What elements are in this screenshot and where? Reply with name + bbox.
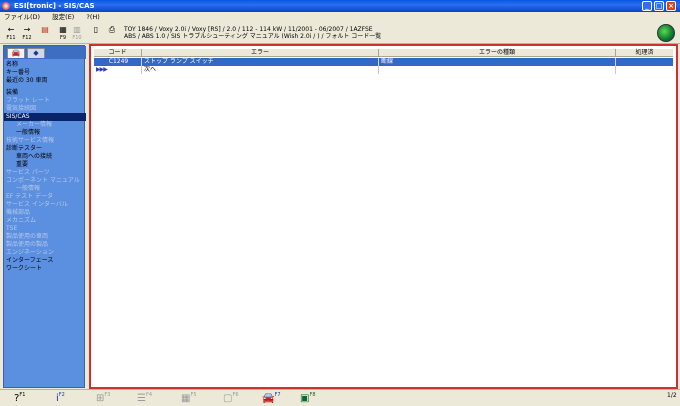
esi-globe-icon: [657, 24, 675, 42]
page-indicator: 1/2: [667, 392, 677, 399]
toolbar: ← F11 → F12 ▤ ▦ F9 ▥ F10 ▯ ⎙ TOY 1846 / …: [0, 22, 680, 44]
sidebar-item: メーカー情報: [16, 121, 53, 128]
sidebar-item: コンポーネント マニュアル: [6, 177, 80, 184]
sidebar-item: 電気接続図: [6, 105, 37, 112]
bottom-bar: ?F1 iF2 ⊞F3 ☰F4 ▦F5 ▢F6 🚘F7 ▣F8 1/2: [0, 389, 680, 406]
menu-file[interactable]: ファイル(D): [4, 13, 40, 21]
sidebar-item: 技術サービス情報: [6, 137, 55, 144]
window-title: ESI[tronic] - SIS/CAS: [14, 2, 95, 10]
arrow-left-icon: ←: [7, 25, 15, 34]
forward-button[interactable]: → F12: [20, 25, 34, 41]
tb-f10-label: F10: [72, 35, 82, 41]
menu-bar: ファイル(D) 設定(E) ?(H): [0, 12, 680, 22]
document-icon: ▦: [59, 25, 67, 34]
sidebar-item[interactable]: SIS/CAS: [4, 113, 86, 121]
forward-fkey: F12: [22, 35, 32, 41]
next-marker-icon: ▶▶▶: [94, 66, 142, 74]
f3-button[interactable]: ⊞F3: [96, 392, 110, 406]
sidebar-item[interactable]: 最近の 30 車両: [6, 77, 47, 85]
table-row[interactable]: C1249 ストップ ランプ スイッチ 断線: [94, 58, 673, 66]
tb-f9-label: F9: [59, 35, 67, 41]
help-button[interactable]: ?F1: [14, 392, 25, 406]
vehicle-button[interactable]: 🚘F7: [262, 392, 281, 406]
sidebar-item[interactable]: 一般情報: [16, 129, 40, 137]
sidebar-item: TSE: [6, 225, 18, 232]
sidebar-item[interactable]: ワークシート: [6, 265, 42, 273]
fault-code-panel: コード エラー エラーの種類 処理済 C1249 ストップ ランプ スイッチ 断…: [89, 44, 678, 389]
f4-button[interactable]: ☰F4: [137, 392, 152, 406]
maximize-button[interactable]: □: [654, 1, 664, 11]
menu-settings[interactable]: 設定(E): [52, 13, 74, 21]
cell-error-type: [379, 66, 616, 74]
vehicle-line-1: TOY 1846 / Voxy 2.0i / Voxy [RS] / 2.0 /…: [124, 26, 373, 33]
sidebar-item[interactable]: インターフェース: [6, 257, 53, 265]
arrow-right-icon: →: [23, 25, 31, 34]
print-preview-button[interactable]: ▦ F9: [56, 25, 70, 41]
printer-icon: ⎙: [108, 25, 116, 34]
info-button[interactable]: iF2: [56, 392, 65, 406]
sidebar-item: 製品使用の車両: [6, 233, 49, 240]
cell-done: [616, 66, 673, 74]
cell-code: C1249: [94, 58, 142, 66]
app-icon: [2, 2, 10, 10]
tab-vehicle[interactable]: 🚘: [7, 48, 25, 58]
cell-error-type: 断線: [379, 58, 616, 66]
cell-done: [616, 58, 673, 66]
sidebar-item: 製品使用の製品: [6, 241, 49, 248]
sidebar: 🚘 ◆ 名称 キー番号 最近の 30 車両 装備 フラット レート 電気接続図 SIS/CA…: [3, 45, 86, 388]
vehicle-line-2: ABS / ABS 1.0 / SIS トラブルシューティング マニュアル (W…: [124, 33, 382, 40]
book-button[interactable]: ▤: [38, 25, 52, 41]
f5-button[interactable]: ▦F5: [181, 392, 197, 406]
sidebar-item[interactable]: 診断テスター: [6, 145, 42, 153]
title-bar: ESI[tronic] - SIS/CAS _ □ ×: [0, 0, 680, 12]
car-icon: 🚘: [262, 393, 275, 404]
cell-error: ストップ ランプ スイッチ: [142, 58, 379, 66]
bike-icon: ◆: [33, 49, 39, 57]
sidebar-item[interactable]: 装備: [6, 89, 18, 97]
back-button[interactable]: ← F11: [4, 25, 18, 41]
sidebar-item[interactable]: キー番号: [6, 69, 30, 77]
col-error[interactable]: エラー: [142, 49, 379, 57]
minimize-button[interactable]: _: [642, 1, 652, 11]
split-view-button[interactable]: ▥ F10: [70, 25, 84, 41]
tab-motorcycle[interactable]: ◆: [27, 48, 45, 58]
f6-button[interactable]: ▢F6: [223, 392, 239, 406]
sidebar-item[interactable]: 車両への接続: [16, 153, 52, 161]
sidebar-item: EF テスト データ: [6, 193, 54, 200]
sidebar-item: サービス パーツ: [6, 169, 50, 176]
close-button[interactable]: ×: [666, 1, 676, 11]
sidebar-item: エンジネーション: [6, 249, 54, 256]
book-icon: ▤: [41, 25, 49, 34]
sidebar-item: 一般情報: [16, 185, 41, 192]
page-icon: ▯: [93, 25, 99, 34]
esi-kts-button[interactable]: ▣F8: [300, 392, 316, 406]
split-icon: ▥: [73, 25, 81, 34]
cell-error: 次へ: [142, 66, 379, 74]
sidebar-item: メカニズム: [6, 217, 37, 224]
list-icon: ☰: [137, 393, 146, 404]
col-done[interactable]: 処理済: [616, 49, 673, 57]
sidebar-item: フラット レート: [6, 97, 50, 104]
print-button[interactable]: ⎙: [105, 25, 119, 41]
grid-header: コード エラー エラーの種類 処理済: [94, 49, 673, 57]
menu-help[interactable]: ?(H): [86, 13, 99, 21]
sidebar-tabs: 🚘 ◆: [4, 46, 86, 59]
table-row[interactable]: ▶▶▶ 次へ: [94, 66, 673, 74]
sidebar-item[interactable]: 重要: [16, 161, 28, 169]
vehicle-info: TOY 1846 / Voxy 2.0i / Voxy [RS] / 2.0 /…: [124, 26, 381, 40]
car-icon: 🚘: [11, 49, 21, 57]
sidebar-item: サービス インターバル: [6, 201, 68, 208]
col-error-type[interactable]: エラーの種類: [379, 49, 616, 57]
sidebar-item[interactable]: 名称: [6, 61, 18, 69]
page-button[interactable]: ▯: [89, 25, 103, 41]
sidebar-item: 機械部品: [6, 209, 31, 216]
back-fkey: F11: [6, 35, 16, 41]
col-code[interactable]: コード: [94, 49, 142, 57]
